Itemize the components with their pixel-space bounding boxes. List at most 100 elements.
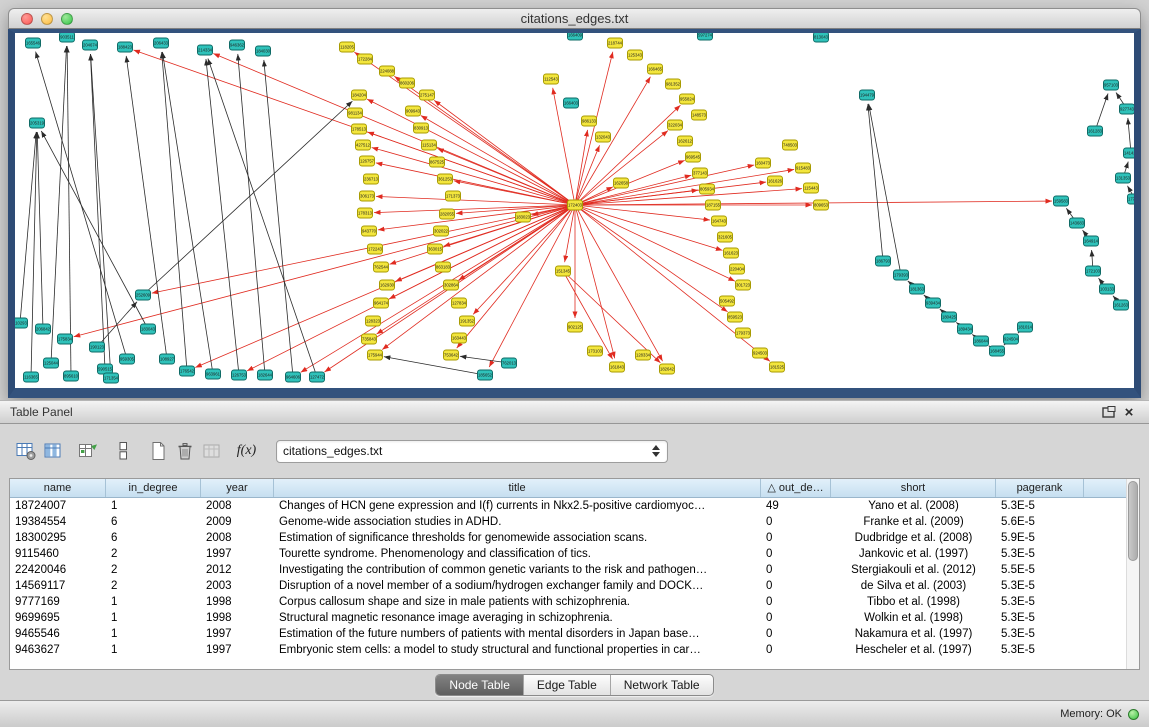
function-builder-button[interactable]: f(x)	[233, 438, 260, 464]
table-row[interactable]: 1872400712008Changes of HCN gene express…	[10, 498, 1126, 514]
table-row[interactable]: 2242004622012Investigating the contribut…	[10, 562, 1126, 578]
cell-pagerank: 5.3E-5	[996, 594, 1084, 610]
graph-node-label: 188423	[118, 45, 133, 50]
graph-edge[interactable]	[575, 165, 754, 205]
graph-node-label: 172284	[358, 57, 373, 62]
graph-node-label: 224088	[380, 69, 395, 74]
graph-edge[interactable]	[563, 271, 613, 359]
graph-edge[interactable]	[575, 205, 728, 312]
graph-edge[interactable]	[868, 104, 883, 261]
graph-edge[interactable]	[372, 147, 575, 205]
graph-node-label: 863183	[436, 265, 451, 270]
graph-edge[interactable]	[20, 132, 36, 323]
table-options-button[interactable]	[12, 438, 39, 464]
graph-edge[interactable]	[457, 205, 575, 348]
graph-edge[interactable]	[563, 271, 660, 363]
delete-column-button[interactable]	[171, 438, 198, 464]
scrollbar-thumb[interactable]	[1128, 481, 1138, 561]
graph-node-label: 178513	[352, 127, 367, 132]
column-header-in_degree[interactable]: in_degree	[106, 479, 201, 497]
import-table-button[interactable]	[198, 438, 225, 464]
graph-edge[interactable]	[367, 132, 575, 205]
table-row[interactable]: 946554611997Estimation of the future num…	[10, 626, 1126, 642]
cell-year: 2008	[201, 530, 274, 546]
graph-edge[interactable]	[238, 54, 265, 375]
column-header-pagerank[interactable]: pagerank	[996, 479, 1084, 497]
graph-edge[interactable]	[575, 169, 794, 205]
graph-edge[interactable]	[162, 52, 187, 371]
graph-node-label: 185652	[478, 373, 493, 378]
table-row[interactable]: 1830029562008Estimation of significance …	[10, 530, 1126, 546]
graph-node-label: 206842	[36, 327, 51, 332]
create-column-button[interactable]	[144, 438, 171, 464]
cell-out_de: 0	[761, 530, 831, 546]
graph-edge[interactable]	[575, 205, 722, 250]
row-options-button[interactable]	[109, 438, 136, 464]
graph-edge[interactable]	[869, 104, 901, 275]
graph-node-label: 126757	[360, 159, 375, 164]
column-header-out_de[interactable]: △ out_de…	[761, 479, 831, 497]
table-selector-dropdown[interactable]: citations_edges.txt	[276, 440, 668, 463]
graph-edge[interactable]	[206, 59, 239, 375]
graph-node-label: 214334	[198, 48, 213, 53]
graph-edge[interactable]	[575, 205, 615, 358]
graph-edge[interactable]	[208, 59, 317, 377]
vertical-scrollbar[interactable]	[1126, 479, 1139, 669]
table-row[interactable]: 911546021997Tourette syndrome. Phenomeno…	[10, 546, 1126, 562]
graph-edge[interactable]	[37, 132, 43, 329]
graph-edge[interactable]	[575, 205, 663, 361]
graph-edge[interactable]	[575, 205, 710, 220]
graph-edge[interactable]	[382, 205, 575, 350]
graph-edge[interactable]	[575, 205, 735, 281]
graph-edge[interactable]	[367, 99, 575, 205]
table-row[interactable]: 1456911722003Disruption of a novel membe…	[10, 578, 1126, 594]
graph-edge[interactable]	[31, 132, 37, 377]
graph-edge[interactable]	[264, 60, 293, 377]
table-row[interactable]: 977716911998Corpus callosum shape and si…	[10, 594, 1126, 610]
graph-edge[interactable]	[575, 52, 613, 205]
cell-out_de: 0	[761, 514, 831, 530]
close-panel-button[interactable]: ×	[1119, 403, 1139, 421]
cell-short: Yano et al. (2008)	[831, 498, 996, 514]
network-view-frame: 1724031655469035112046741884232064332143…	[8, 29, 1141, 398]
graph-edge[interactable]	[389, 205, 575, 299]
graph-edge[interactable]	[126, 56, 167, 359]
graph-node-label: 282055	[440, 212, 455, 217]
graph-edge[interactable]	[51, 46, 67, 363]
tab-node-table[interactable]: Node Table	[436, 675, 523, 695]
graph-node-label: 141423	[1124, 151, 1134, 156]
cell-pagerank: 5.3E-5	[996, 498, 1084, 514]
cell-pagerank: 5.5E-5	[996, 562, 1084, 578]
table-row[interactable]: 1938455462009Genome-wide association stu…	[10, 514, 1126, 530]
graph-node-label: 162930	[380, 283, 395, 288]
graph-edge[interactable]	[90, 54, 105, 369]
graph-edge[interactable]	[1095, 94, 1108, 131]
graph-edge[interactable]	[489, 205, 575, 367]
table-row[interactable]: 969969511998Structural magnetic resonanc…	[10, 610, 1126, 626]
graph-edge[interactable]	[162, 52, 213, 374]
graph-node-label: 867525	[430, 160, 445, 165]
graph-edge[interactable]	[575, 77, 650, 205]
column-header-short[interactable]: short	[831, 479, 996, 497]
column-header-year[interactable]: year	[201, 479, 274, 497]
graph-edge[interactable]	[384, 357, 485, 375]
float-panel-button[interactable]	[1099, 403, 1119, 421]
column-header-title[interactable]: title	[274, 479, 761, 497]
attribute-table: namein_degreeyeartitle△ out_de…shortpage…	[9, 478, 1140, 670]
table-row[interactable]: 946362711997Embryonic stem cells: a mode…	[10, 642, 1126, 658]
memory-status-label: Memory: OK	[1060, 708, 1122, 720]
column-header-name[interactable]: name	[10, 479, 106, 497]
graph-edge[interactable]	[376, 196, 575, 205]
graph-edge[interactable]	[565, 205, 575, 262]
show-columns-button[interactable]	[39, 438, 66, 464]
window-titlebar[interactable]: citations_edges.txt	[8, 8, 1141, 29]
graph-edge[interactable]	[575, 131, 668, 205]
tab-network-table[interactable]: Network Table	[610, 675, 713, 695]
tab-edge-table[interactable]: Edge Table	[523, 675, 610, 695]
graph-edge[interactable]	[434, 100, 575, 205]
graph-node-label: 204674	[83, 43, 98, 48]
network-graph-canvas[interactable]: 1724031655469035112046741884232064332143…	[15, 33, 1134, 388]
graph-edge[interactable]	[67, 46, 71, 376]
edit-columns-button[interactable]	[74, 438, 101, 464]
graph-node-label: 924503	[753, 351, 768, 356]
